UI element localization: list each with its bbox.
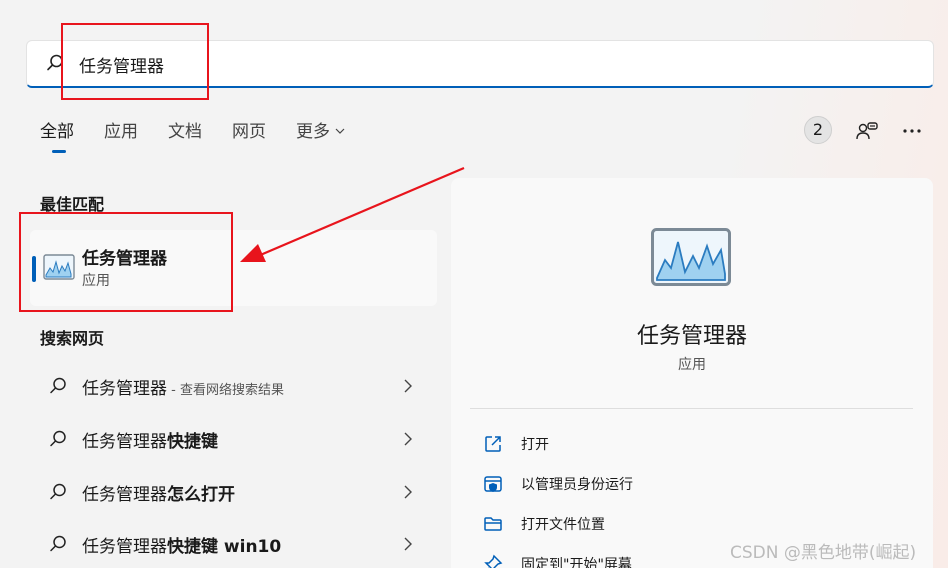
- folder-icon: [483, 514, 503, 534]
- action-open-file-location[interactable]: 打开文件位置: [483, 510, 783, 538]
- app-detail-panel: 任务管理器 应用 打开 以管理员身份运行 打开文件位置 固定到"开始"屏幕: [451, 178, 933, 568]
- open-external-icon: [483, 434, 503, 454]
- chevron-right-icon: [400, 536, 416, 552]
- web-search-query-suffix: 快捷键 win10: [167, 537, 282, 557]
- divider: [470, 408, 913, 409]
- pin-icon: [483, 554, 503, 568]
- web-search-query: 任务管理器: [82, 537, 167, 557]
- web-search-query-suffix: 快捷键: [167, 432, 218, 452]
- web-search-item[interactable]: 任务管理器 - 查看网络搜索结果: [40, 366, 430, 406]
- chevron-down-icon: [334, 118, 346, 146]
- task-manager-icon: [651, 228, 731, 286]
- chevron-right-icon: [400, 431, 416, 447]
- highlight-box-search: [61, 23, 209, 100]
- action-run-as-admin[interactable]: 以管理员身份运行: [483, 470, 783, 498]
- web-search-query: 任务管理器: [82, 485, 167, 505]
- web-search-hint: - 查看网络搜索结果: [167, 383, 284, 398]
- annotation-arrow: [240, 166, 465, 262]
- detail-app-name: 任务管理器: [636, 324, 747, 349]
- rewards-badge[interactable]: 2: [804, 116, 832, 144]
- chevron-right-icon: [400, 378, 416, 394]
- web-search-item[interactable]: 任务管理器怎么打开: [40, 472, 430, 512]
- highlight-box-result: [19, 212, 233, 312]
- search-icon: [48, 534, 68, 554]
- more-options-icon[interactable]: [900, 119, 924, 143]
- watermark: CSDN @黑色地带(崛起): [730, 543, 917, 563]
- web-search-item[interactable]: 任务管理器快捷键 win10: [40, 524, 430, 564]
- web-search-query-suffix: 怎么打开: [167, 485, 235, 505]
- chevron-right-icon: [400, 484, 416, 500]
- search-icon: [48, 376, 68, 396]
- detail-app-kind: 应用: [678, 357, 706, 373]
- web-search-query: 任务管理器: [82, 432, 167, 452]
- tab-all[interactable]: 全部: [40, 118, 74, 158]
- tab-apps[interactable]: 应用: [104, 118, 138, 158]
- account-icon[interactable]: [855, 119, 879, 143]
- web-search-heading: 搜索网页: [40, 329, 105, 348]
- tab-web[interactable]: 网页: [232, 118, 266, 158]
- shield-icon: [483, 474, 503, 494]
- tab-documents[interactable]: 文档: [168, 118, 202, 158]
- web-search-item[interactable]: 任务管理器快捷键: [40, 419, 430, 459]
- action-open[interactable]: 打开: [483, 430, 783, 458]
- search-icon: [48, 482, 68, 502]
- search-icon: [48, 429, 68, 449]
- filter-tabs: 全部 应用 文档 网页 更多: [40, 118, 376, 158]
- tab-more[interactable]: 更多: [296, 118, 346, 158]
- web-search-query: 任务管理器: [82, 379, 167, 399]
